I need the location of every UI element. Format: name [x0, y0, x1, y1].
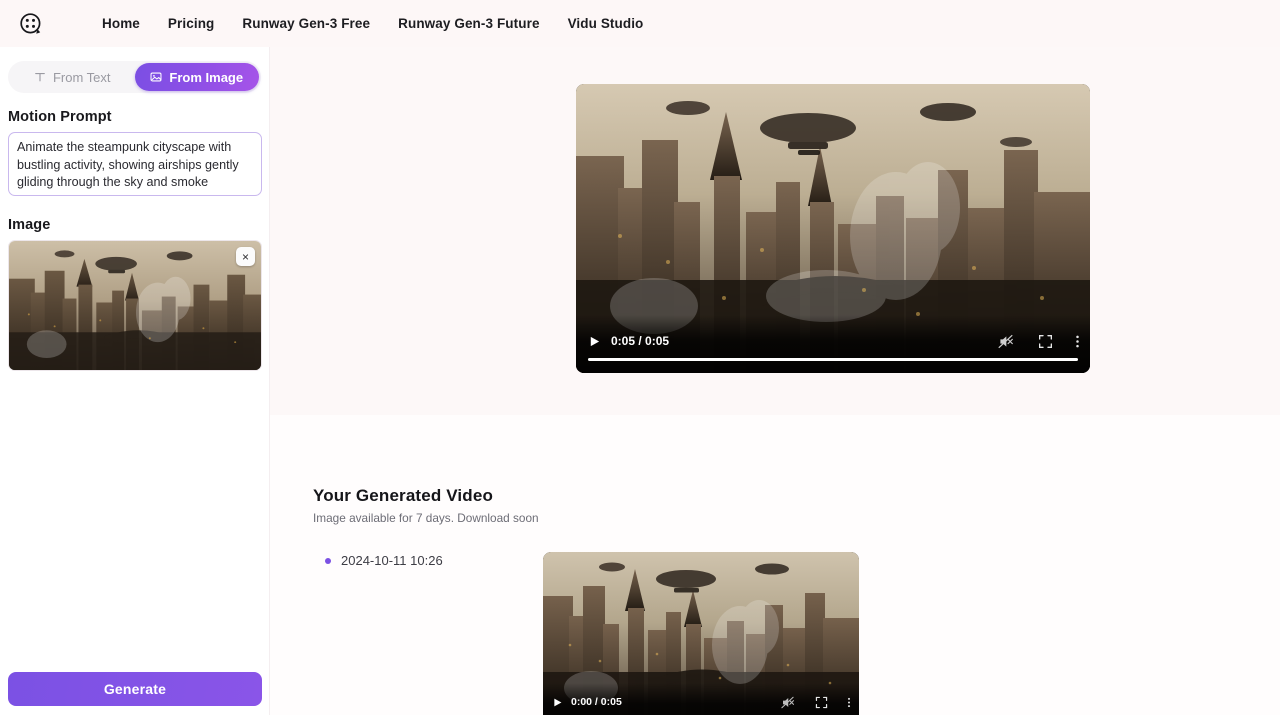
- uploaded-image-thumbnail[interactable]: ×: [8, 240, 262, 371]
- play-icon[interactable]: [588, 335, 601, 348]
- motion-prompt-input[interactable]: [8, 132, 262, 196]
- nav-item-runway-gen3-future[interactable]: Runway Gen-3 Future: [384, 11, 553, 36]
- main-nav: Home Pricing Runway Gen-3 Free Runway Ge…: [94, 11, 657, 36]
- fullscreen-icon[interactable]: [815, 696, 828, 709]
- muted-volume-icon[interactable]: [997, 333, 1014, 350]
- tab-from-image-label: From Image: [169, 69, 244, 85]
- page-title: Your Generated Video: [313, 486, 493, 505]
- film-reel-icon[interactable]: [18, 11, 44, 37]
- status-dot-icon: [325, 557, 331, 564]
- left-sidebar: From Text From Image Motion Prompt Image: [0, 47, 270, 715]
- result-video-controls: 0:00 / 0:05: [543, 683, 859, 715]
- fullscreen-icon[interactable]: [1038, 334, 1053, 349]
- nav-item-vidu-studio[interactable]: Vidu Studio: [554, 11, 658, 36]
- result-timestamp: 2024-10-11 10:26: [341, 553, 443, 568]
- tab-from-text[interactable]: From Text: [10, 63, 135, 91]
- tab-from-text-label: From Text: [52, 69, 111, 85]
- more-vertical-icon[interactable]: [847, 696, 851, 709]
- motion-prompt-title: Motion Prompt: [8, 109, 112, 125]
- more-vertical-icon[interactable]: [1075, 334, 1080, 349]
- results-section: Your Generated Video Image available for…: [270, 415, 1280, 715]
- tab-from-image[interactable]: From Image: [134, 63, 259, 91]
- steampunk-cityscape-image: [9, 241, 261, 370]
- result-timestamp-row: 2024-10-11 10:26: [325, 553, 443, 568]
- image-section-title: Image: [8, 217, 51, 233]
- top-navigation-bar: Home Pricing Runway Gen-3 Free Runway Ge…: [0, 0, 1280, 47]
- preview-progress-fill: [588, 358, 1078, 361]
- image-icon: [150, 71, 162, 83]
- results-subtitle: Image available for 7 days. Download soo…: [313, 511, 539, 525]
- nav-item-runway-gen3-free[interactable]: Runway Gen-3 Free: [228, 11, 384, 36]
- close-icon[interactable]: ×: [236, 247, 255, 266]
- generate-button[interactable]: Generate: [8, 672, 262, 706]
- nav-item-pricing[interactable]: Pricing: [154, 11, 228, 36]
- preview-progress-bar[interactable]: [588, 358, 1078, 361]
- nav-item-home[interactable]: Home: [88, 11, 154, 36]
- play-icon[interactable]: [552, 697, 563, 708]
- preview-video-player[interactable]: 0:05 / 0:05: [576, 84, 1090, 373]
- mode-tabs: From Text From Image: [8, 61, 261, 93]
- preview-stage: 0:05 / 0:05: [270, 47, 1280, 415]
- text-icon: [34, 71, 46, 83]
- main-content: 0:05 / 0:05 Your Generated Video Image a…: [270, 47, 1280, 715]
- muted-volume-icon[interactable]: [780, 695, 795, 710]
- app-root: Home Pricing Runway Gen-3 Free Runway Ge…: [0, 0, 1280, 715]
- result-video-time: 0:00 / 0:05: [571, 696, 622, 708]
- preview-video-time: 0:05 / 0:05: [611, 334, 670, 348]
- result-video-player[interactable]: 0:00 / 0:05: [543, 552, 859, 715]
- preview-video-controls: 0:05 / 0:05: [576, 315, 1090, 373]
